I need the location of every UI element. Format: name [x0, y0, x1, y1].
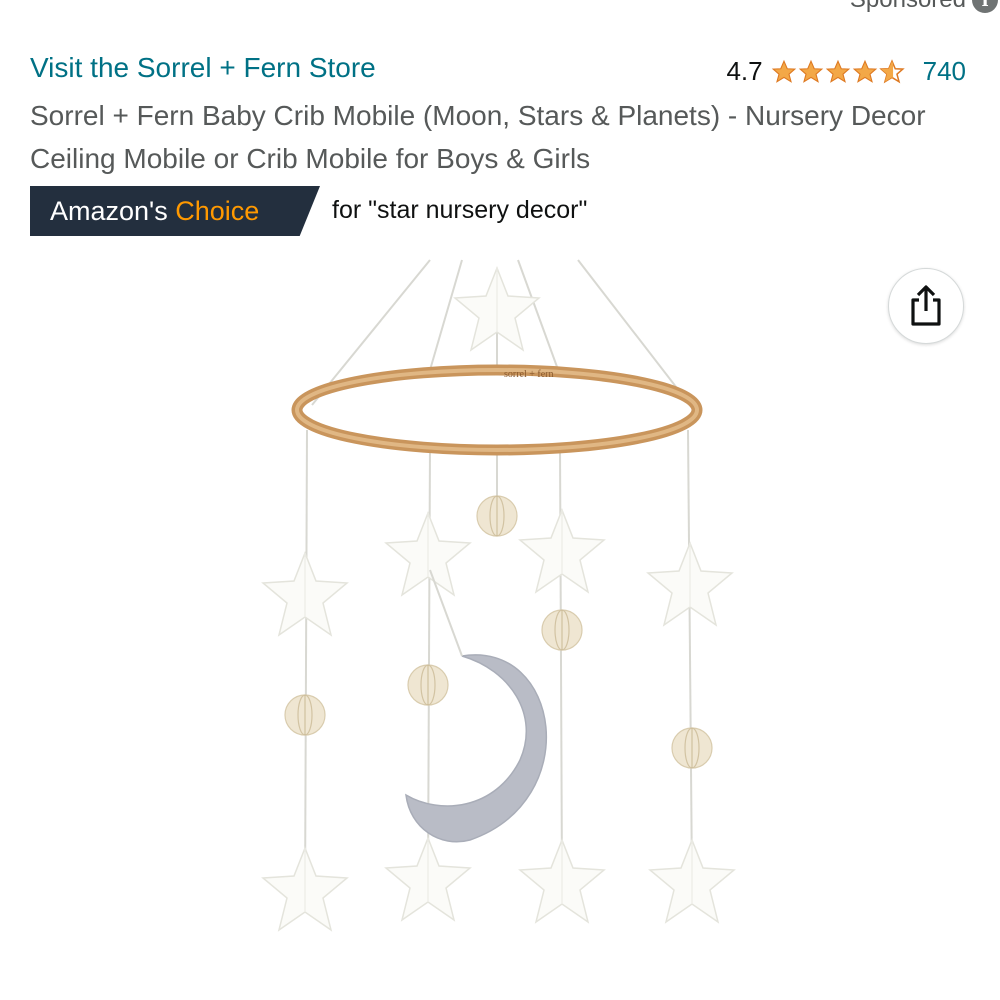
product-title: Sorrel + Fern Baby Crib Mobile (Moon, St… — [30, 100, 926, 174]
star-ornament — [519, 839, 605, 923]
share-button[interactable] — [888, 268, 964, 344]
info-icon[interactable]: i — [972, 0, 998, 13]
planet-ornament — [671, 727, 713, 769]
badge-highlight: Choice — [175, 195, 260, 226]
planet-ornament — [407, 664, 449, 706]
product-image[interactable]: sorrel + fern — [250, 255, 760, 945]
star-full-icon — [798, 59, 823, 83]
star-ornament — [385, 512, 471, 596]
star-full-icon — [771, 59, 796, 83]
planet-ornament — [541, 609, 583, 651]
badge-keyword: for "star nursery decor" — [332, 196, 588, 224]
amazons-choice-badge: Amazon's Choice — [30, 186, 320, 236]
rating-summary[interactable]: 4.7 740 — [726, 56, 966, 87]
sponsored-text: Sponsored — [850, 0, 966, 14]
star-full-icon — [825, 59, 850, 83]
ring-engraving: sorrel + fern — [504, 369, 554, 380]
star-half-icon — [878, 58, 905, 83]
star-ornament — [262, 552, 348, 636]
star-rating — [771, 58, 905, 85]
star-ornament — [649, 839, 735, 923]
share-icon — [911, 285, 941, 326]
rating-count: 740 — [922, 56, 966, 86]
rating-value: 4.7 — [726, 56, 763, 86]
planet-ornament — [476, 495, 518, 537]
star-ornament — [385, 837, 471, 921]
visit-store-link[interactable]: Visit the Sorrel + Fern Store — [30, 52, 376, 84]
planet-ornament — [284, 694, 326, 736]
star-ornament — [262, 847, 348, 931]
sponsored-label[interactable]: Sponsored i — [850, 0, 998, 14]
star-ornament — [519, 509, 605, 593]
badge-prefix: Amazon's — [50, 195, 168, 226]
star-full-icon — [852, 59, 877, 83]
